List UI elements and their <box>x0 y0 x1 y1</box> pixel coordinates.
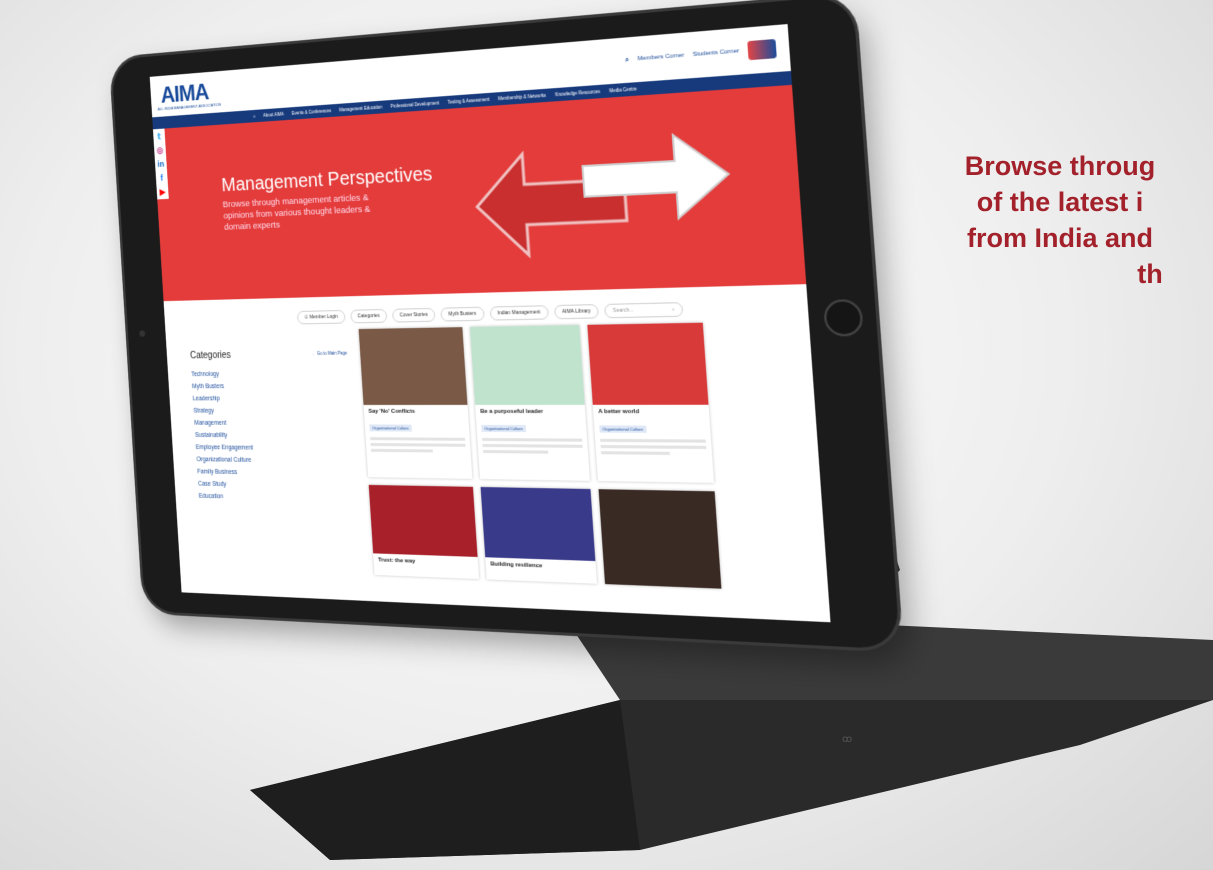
nav-item[interactable]: Membership & Networks <box>498 93 546 101</box>
nav-item[interactable]: Management Education <box>339 105 382 113</box>
camera-icon <box>139 330 145 337</box>
category-link[interactable]: Leadership <box>192 392 340 405</box>
article-image <box>599 489 722 589</box>
tablet-screen: AIMA ALL INDIA MANAGEMENT ASSOCIATION ⌕ … <box>150 24 831 622</box>
article-image <box>481 487 596 561</box>
member-login-button[interactable]: ☉ Member Login <box>297 310 346 325</box>
article-tag[interactable]: Organisational Culture <box>369 424 411 431</box>
nav-item[interactable]: Professional Development <box>390 100 439 108</box>
filter-pill[interactable]: Categories <box>350 309 387 323</box>
article-card[interactable]: Say 'No' Conflicts Organisational Cultur… <box>359 327 473 479</box>
back-to-main-link[interactable]: ← Go to Main Page <box>312 351 348 356</box>
arrow-illustration <box>462 109 757 287</box>
category-link[interactable]: Strategy <box>193 405 341 418</box>
header-link[interactable]: Members Corner <box>637 53 684 63</box>
filter-pill[interactable]: Myth Busters <box>441 307 485 322</box>
search-icon[interactable]: ⌕ <box>672 306 675 312</box>
article-card[interactable]: A better world Organisational Culture <box>587 323 714 483</box>
category-link[interactable]: Myth Busters <box>192 380 340 393</box>
category-link[interactable]: Education <box>199 490 347 506</box>
hero-title: Management Perspectives <box>221 163 433 197</box>
article-card[interactable]: Be a purposeful leader Organisational Cu… <box>470 325 590 481</box>
article-image <box>369 485 478 557</box>
article-image <box>587 323 708 405</box>
social-bar: 𝕥 ◎ in f ▶ <box>153 129 169 200</box>
search-icon[interactable]: ⌕ <box>624 55 629 66</box>
article-title[interactable]: A better world <box>593 405 710 418</box>
nav-item[interactable]: Testing & Assessment <box>448 97 490 105</box>
home-icon[interactable]: ⌂ <box>253 114 256 119</box>
nav-item[interactable]: Media Centre <box>609 86 637 93</box>
nav-item[interactable]: Knowledge Resources <box>555 89 600 97</box>
article-title[interactable]: Trust: the way <box>373 553 478 569</box>
facebook-icon[interactable]: f <box>160 173 163 182</box>
nav-item[interactable]: Events & Conferences <box>292 108 332 116</box>
youtube-icon[interactable]: ▶ <box>159 187 165 197</box>
article-title[interactable]: Say 'No' Conflicts <box>364 405 469 417</box>
search-input[interactable]: Search... ⌕ <box>604 302 683 318</box>
filter-pill[interactable]: Indian Management <box>489 305 549 320</box>
category-link[interactable]: Technology <box>191 367 339 381</box>
tablet-frame: AIMA ALL INDIA MANAGEMENT ASSOCIATION ⌕ … <box>111 0 900 650</box>
article-image <box>359 327 468 405</box>
filter-pill[interactable]: AIMA Library <box>554 304 600 319</box>
article-tag[interactable]: Organisational Culture <box>481 425 526 432</box>
header-right: ⌕ Members Corner Students Corner <box>624 39 777 70</box>
article-title[interactable]: Building resilience <box>485 557 596 573</box>
emblem-icon <box>747 39 777 60</box>
home-button[interactable] <box>823 299 864 337</box>
instagram-icon[interactable]: ◎ <box>156 145 163 155</box>
main-content: Categories ← Go to Main Page Technology … <box>166 325 831 622</box>
linkedin-icon[interactable]: in <box>157 159 164 169</box>
article-tag[interactable]: Organisational Culture <box>599 425 646 432</box>
article-card[interactable] <box>599 489 722 589</box>
article-card[interactable]: Trust: the way <box>369 485 479 579</box>
header-link[interactable]: Students Corner <box>693 48 740 58</box>
article-title[interactable]: Be a purposeful leader <box>475 405 585 417</box>
article-grid: Say 'No' Conflicts Organisational Cultur… <box>359 323 722 589</box>
twitter-icon[interactable]: 𝕥 <box>157 132 161 141</box>
filter-pill[interactable]: Cover Stories <box>392 308 436 323</box>
nav-item[interactable]: About AIMA <box>263 112 284 118</box>
category-link[interactable]: Management <box>194 417 342 430</box>
article-image <box>470 325 585 405</box>
hero-subtitle: Browse through management articles & opi… <box>222 191 401 234</box>
article-card[interactable]: Building resilience <box>481 487 597 584</box>
categories-sidebar: Categories ← Go to Main Page Technology … <box>190 349 347 506</box>
